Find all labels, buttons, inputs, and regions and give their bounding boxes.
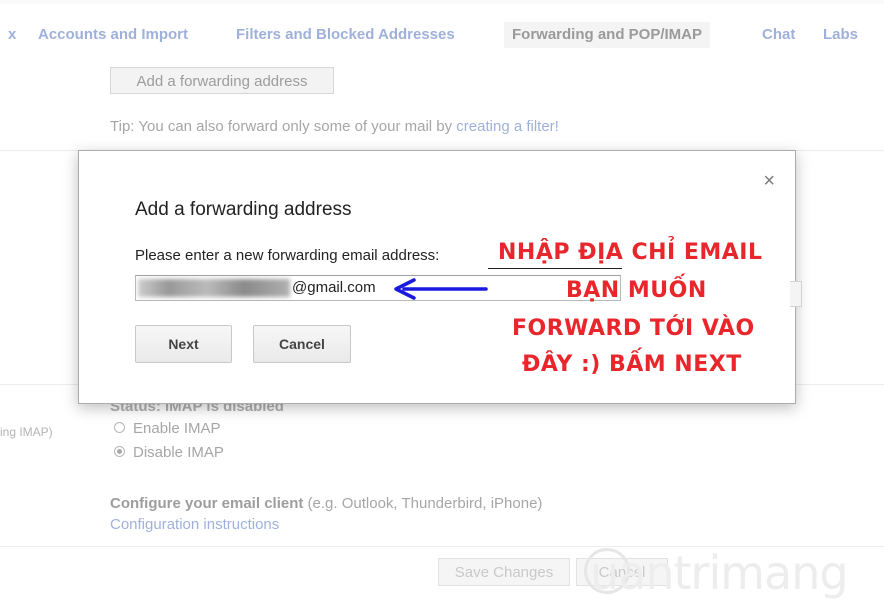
tab-accounts-and-import[interactable]: Accounts and Import bbox=[38, 22, 188, 48]
imap-side-note: ing IMAP) bbox=[0, 425, 53, 439]
next-button[interactable]: Next bbox=[135, 325, 232, 363]
close-icon[interactable]: × bbox=[763, 171, 775, 191]
annotation-line-4: ĐÂY :) BẤM NEXT bbox=[522, 352, 742, 377]
input-top-edge bbox=[488, 268, 622, 269]
blurred-email-username bbox=[138, 279, 290, 297]
enable-imap-option[interactable]: Enable IMAP bbox=[114, 420, 221, 437]
disable-imap-option[interactable]: Disable IMAP bbox=[114, 444, 224, 461]
configuration-instructions-link[interactable]: Configuration instructions bbox=[110, 516, 279, 533]
add-forwarding-address-button[interactable]: Add a forwarding address bbox=[110, 67, 334, 94]
configure-client-text: Configure your email client (e.g. Outloo… bbox=[110, 495, 542, 512]
dialog-cancel-button[interactable]: Cancel bbox=[253, 325, 351, 363]
tip-text: Tip: You can also forward only some of y… bbox=[110, 118, 457, 135]
disable-imap-label: Disable IMAP bbox=[133, 444, 224, 461]
tab-forwarding-pop-imap[interactable]: Forwarding and POP/IMAP bbox=[504, 22, 711, 48]
blue-arrow-icon bbox=[394, 278, 488, 300]
dialog-title: Add a forwarding address bbox=[135, 199, 352, 220]
email-domain-text: @gmail.com bbox=[292, 279, 376, 296]
save-changes-button[interactable]: Save Changes bbox=[438, 558, 570, 586]
settings-tabs: x Accounts and Import Filters and Blocke… bbox=[0, 22, 884, 48]
forwarding-email-input[interactable]: @gmail.com bbox=[135, 275, 621, 301]
creating-filter-link[interactable]: creating a filter! bbox=[456, 118, 559, 135]
tab-inbox-partial[interactable]: x bbox=[8, 22, 16, 48]
tab-chat[interactable]: Chat bbox=[762, 22, 795, 48]
annotation-line-2: BẠN MUỐN bbox=[566, 278, 707, 303]
tab-labs[interactable]: Labs bbox=[823, 22, 858, 48]
annotation-line-1: NHẬP ĐỊA CHỈ EMAIL bbox=[498, 240, 763, 265]
configure-client-hint: (e.g. Outlook, Thunderbird, iPhone) bbox=[303, 495, 543, 512]
top-strip bbox=[0, 0, 884, 4]
dialog-prompt: Please enter a new forwarding email addr… bbox=[135, 247, 440, 264]
enable-imap-label: Enable IMAP bbox=[133, 420, 221, 437]
watermark-text: uantrimang bbox=[590, 546, 849, 600]
forwarding-tip: Tip: You can also forward only some of y… bbox=[110, 118, 559, 135]
tab-filters[interactable]: Filters and Blocked Addresses bbox=[236, 22, 455, 48]
radio-unchecked-icon[interactable] bbox=[114, 422, 125, 433]
configure-client-heading: Configure your email client bbox=[110, 495, 304, 512]
background-input-edge bbox=[790, 281, 802, 307]
annotation-line-3: FORWARD TỚI VÀO bbox=[512, 316, 755, 341]
radio-checked-icon[interactable] bbox=[114, 446, 125, 457]
